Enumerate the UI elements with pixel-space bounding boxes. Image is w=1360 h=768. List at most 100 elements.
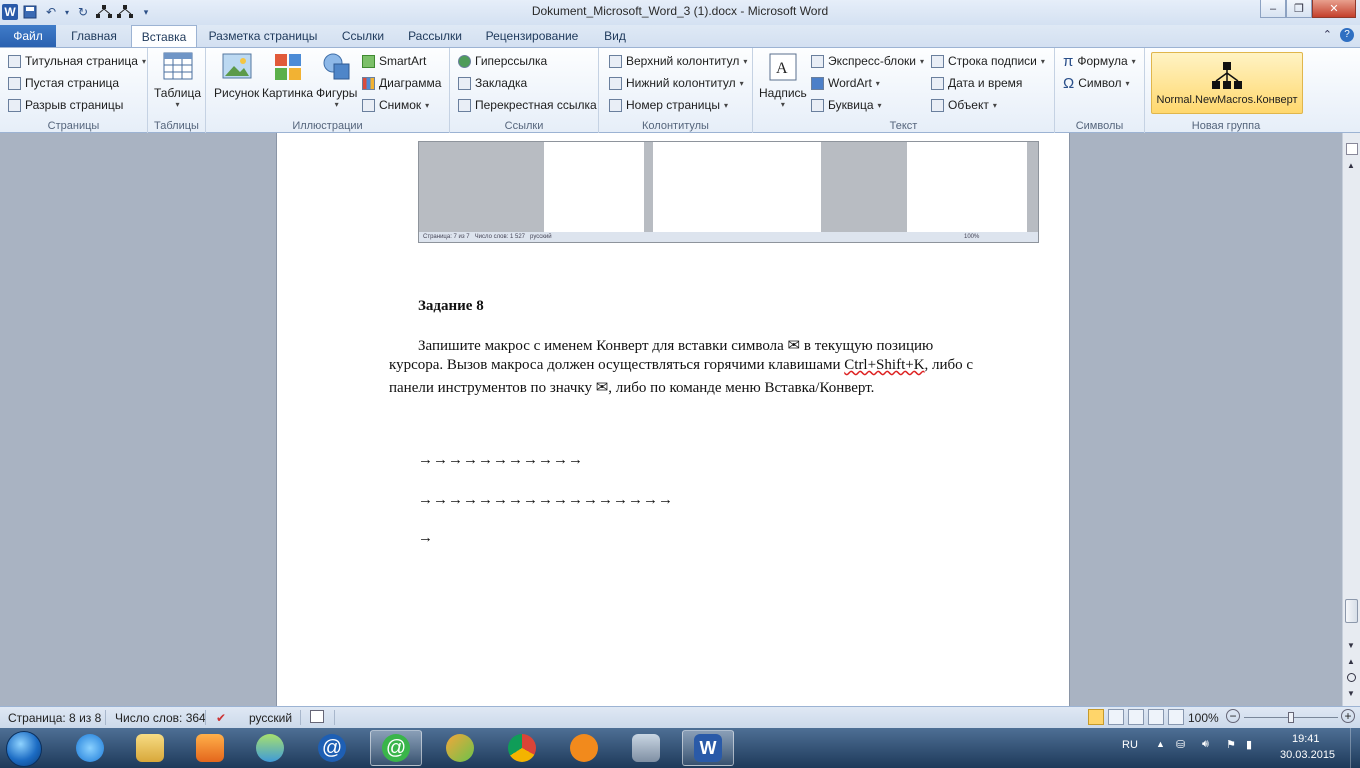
symbol-button[interactable]: Ω Символ ▾ (1063, 73, 1130, 93)
hyperlink-icon (458, 54, 471, 68)
clipart-button[interactable]: Картинка (262, 52, 313, 100)
taskbar-word[interactable]: W (682, 730, 734, 766)
tab-page-layout[interactable]: Разметка страницы (203, 25, 323, 47)
chevron-down-icon: ▾ (875, 78, 880, 88)
word-count-status[interactable]: Число слов: 364 (115, 711, 206, 725)
screenshot-button[interactable]: Снимок ▾ (362, 95, 429, 115)
tab-references[interactable]: Ссылки (334, 25, 392, 47)
draft-view-icon[interactable] (1168, 709, 1184, 725)
taskbar-people[interactable] (244, 730, 296, 766)
zoom-out-icon[interactable]: − (1226, 709, 1240, 723)
taskbar-app[interactable] (434, 730, 486, 766)
taskbar-archiver[interactable] (620, 730, 672, 766)
minimize-button[interactable]: – (1260, 0, 1286, 18)
tray-expand-icon[interactable]: ▲ (1156, 739, 1165, 749)
shapes-button[interactable]: Фигуры ▾ (316, 52, 357, 109)
help-icon[interactable]: ? (1340, 28, 1354, 42)
signature-line-icon (931, 54, 944, 68)
zoom-slider[interactable] (1244, 712, 1338, 723)
wordart-button[interactable]: WordArt ▾ (811, 73, 880, 93)
start-button[interactable] (6, 731, 42, 767)
taskbar-avast[interactable] (558, 730, 610, 766)
textbox-button[interactable]: A Надпись ▾ (759, 52, 807, 109)
scroll-down-icon[interactable]: ▼ (1347, 641, 1355, 650)
zoom-level[interactable]: 100% (1188, 711, 1219, 725)
clock-time[interactable]: 19:41 (1292, 733, 1320, 745)
embedded-screenshot: Страница: 7 из 7 Число слов: 1 527 русск… (418, 141, 1039, 243)
flag-icon[interactable]: ⚑ (1226, 738, 1236, 751)
smartart-button[interactable]: SmartArt (362, 51, 426, 71)
ribbon-tabs: Файл Главная Вставка Разметка страницы С… (0, 25, 1360, 48)
page-count-status[interactable]: Страница: 8 из 8 (8, 711, 101, 725)
taskbar: @ @ W RU ▲ ⛁ 🔊︎ ⚑ ▮ 19:41 30.03.2015 (0, 728, 1360, 768)
taskbar-media[interactable] (184, 730, 236, 766)
chart-button[interactable]: Диаграмма (362, 73, 441, 93)
chevron-down-icon: ▾ (141, 56, 146, 66)
ruler-toggle-icon[interactable] (1346, 143, 1358, 155)
tab-home[interactable]: Главная (62, 25, 126, 47)
network-icon[interactable]: ⛁ (1176, 738, 1185, 751)
hyperlink-button[interactable]: Гиперссылка (458, 51, 547, 71)
print-layout-view-icon[interactable] (1088, 709, 1104, 725)
blank-page-button[interactable]: Пустая страница (8, 73, 119, 93)
scroll-thumb[interactable] (1345, 599, 1358, 623)
prev-page-icon[interactable]: ▲ (1347, 657, 1355, 666)
tab-file[interactable]: Файл (0, 25, 56, 47)
ribbon-minimize-icon[interactable]: ⌃ (1323, 28, 1332, 42)
web-layout-view-icon[interactable] (1128, 709, 1144, 725)
quick-parts-button[interactable]: Экспресс-блоки ▾ (811, 51, 924, 71)
macro-record-icon[interactable] (310, 710, 324, 723)
equation-button[interactable]: π Формула ▾ (1063, 51, 1136, 71)
window-title: Dokument_Microsoft_Word_3 (1).docx - Mic… (531, 4, 829, 18)
page-break-button[interactable]: Разрыв страницы (8, 95, 123, 115)
wordart-icon (811, 76, 824, 90)
outline-view-icon[interactable] (1148, 709, 1164, 725)
group-label-symbols: Символы (1075, 120, 1124, 132)
drop-cap-button[interactable]: Буквица ▾ (811, 95, 882, 115)
signature-line-button[interactable]: Строка подписи ▾ (931, 51, 1045, 71)
zoom-in-icon[interactable]: + (1341, 709, 1355, 723)
next-page-icon[interactable]: ▼ (1347, 689, 1355, 698)
date-time-button[interactable]: Дата и время (931, 73, 1022, 93)
show-desktop-button[interactable] (1350, 728, 1360, 768)
footer-button[interactable]: Нижний колонтитул ▾ (609, 73, 744, 93)
embedded-status-bar: Страница: 7 из 7 Число слов: 1 527 русск… (419, 232, 1038, 242)
input-language[interactable]: RU (1122, 739, 1138, 751)
bookmark-button[interactable]: Закладка (458, 73, 527, 93)
chevron-down-icon: ▾ (743, 56, 748, 66)
page-number-button[interactable]: Номер страницы ▾ (609, 95, 728, 115)
chevron-down-icon: ▾ (175, 100, 180, 109)
taskbar-explorer[interactable] (124, 730, 176, 766)
smartart-icon (362, 54, 375, 68)
taskbar-chrome[interactable] (496, 730, 548, 766)
browse-object-icon[interactable] (1347, 673, 1356, 682)
hotkey-text: Ctrl+Shift+K (844, 357, 925, 373)
zoom-slider-thumb[interactable] (1288, 712, 1294, 723)
tab-view[interactable]: Вид (596, 25, 634, 47)
full-screen-view-icon[interactable] (1108, 709, 1124, 725)
volume-icon[interactable]: 🔊︎ (1202, 738, 1209, 751)
header-button[interactable]: Верхний колонтитул ▾ (609, 51, 747, 71)
language-status[interactable]: русский (249, 711, 292, 725)
clock-date[interactable]: 30.03.2015 (1280, 749, 1335, 761)
macro-envelope-button[interactable]: Normal.NewMacros.Конверт (1151, 52, 1303, 114)
cover-page-button[interactable]: Титульная страница ▾ (8, 51, 146, 71)
taskbar-agent[interactable]: @ (370, 730, 422, 766)
tab-review[interactable]: Рецензирование (478, 25, 586, 47)
picture-button[interactable]: Рисунок (214, 52, 259, 100)
spelling-check-icon[interactable]: ✔ (216, 711, 226, 725)
scroll-up-icon[interactable]: ▲ (1347, 161, 1355, 170)
tab-insert[interactable]: Вставка (131, 25, 197, 48)
vertical-scrollbar[interactable]: ▲ ▼ ▲ ▼ (1342, 133, 1360, 706)
maximize-button[interactable]: ❐ (1286, 0, 1312, 18)
taskbar-mail[interactable]: @ (306, 730, 358, 766)
table-button[interactable]: Таблица ▾ (154, 52, 201, 109)
taskbar-ie[interactable] (64, 730, 116, 766)
task-line-1: Запишите макрос с именем Конверт для вст… (418, 338, 934, 354)
cross-reference-button[interactable]: Перекрестная ссылка (458, 95, 597, 115)
object-button[interactable]: Объект ▾ (931, 95, 997, 115)
page-number-icon (609, 98, 622, 112)
tab-mailings[interactable]: Рассылки (402, 25, 468, 47)
signal-icon[interactable]: ▮ (1246, 738, 1252, 751)
close-button[interactable]: ✕ (1312, 0, 1356, 18)
